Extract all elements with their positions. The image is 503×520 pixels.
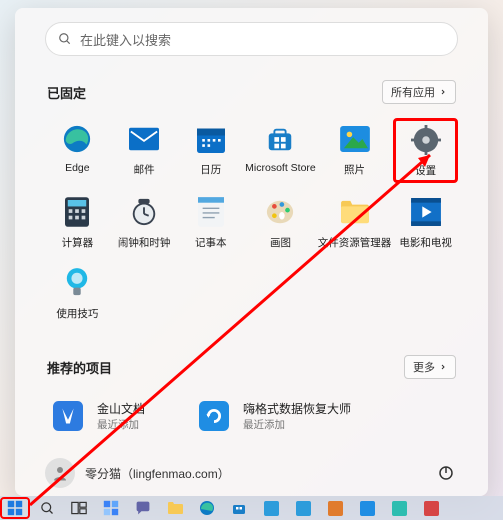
rec-sub: 最近添加 (243, 417, 351, 432)
all-apps-button[interactable]: 所有应用 (382, 80, 456, 104)
avatar (45, 458, 75, 488)
pinned-title: 已固定 (47, 83, 86, 102)
tile-label: 邮件 (134, 162, 155, 177)
tile-paint[interactable]: 画图 (245, 191, 316, 254)
tile-calculator[interactable]: 计算器 (45, 191, 110, 254)
tile-label: 画图 (270, 235, 291, 250)
recovery-icon (199, 401, 229, 431)
person-icon (51, 464, 69, 482)
tile-explorer[interactable]: 文件资源管理器 (318, 191, 392, 254)
search-icon (40, 501, 55, 516)
search-input[interactable]: 在此键入以搜索 (45, 22, 458, 56)
bulb-icon (64, 267, 90, 299)
tb-search[interactable] (32, 497, 62, 519)
tile-label: 电影和电视 (399, 235, 452, 250)
paint-icon (265, 197, 295, 227)
recommended-title: 推荐的项目 (47, 358, 112, 377)
power-icon (437, 464, 455, 482)
tb-widgets[interactable] (96, 497, 126, 519)
tb-app5[interactable] (384, 497, 414, 519)
more-button[interactable]: 更多 (404, 355, 456, 379)
tb-app1[interactable] (256, 497, 286, 519)
store-icon (231, 500, 247, 516)
folder-icon (167, 501, 184, 515)
tile-tips[interactable]: 使用技巧 (45, 262, 110, 325)
rec-sub: 最近添加 (97, 417, 145, 432)
user-name: 零分猫（lingfenmao.com） (85, 465, 230, 482)
search-icon (58, 32, 72, 46)
mail-icon (129, 127, 159, 151)
tile-notepad[interactable]: 记事本 (178, 191, 243, 254)
power-button[interactable] (434, 461, 458, 485)
chat-icon (135, 500, 151, 516)
user-account[interactable]: 零分猫（lingfenmao.com） (45, 458, 230, 488)
tile-settings[interactable]: 设置 (393, 118, 458, 183)
photos-icon (340, 126, 370, 152)
tb-app3[interactable] (320, 497, 350, 519)
tile-store[interactable]: Microsoft Store (245, 118, 316, 183)
tb-app4[interactable] (352, 497, 382, 519)
tb-start[interactable] (0, 497, 30, 519)
tile-photos[interactable]: 照片 (318, 118, 392, 183)
tile-label: Edge (65, 162, 90, 174)
rec-title: 金山文档 (97, 400, 145, 417)
search-placeholder: 在此键入以搜索 (80, 30, 171, 49)
tb-app2[interactable] (288, 497, 318, 519)
tb-explorer[interactable] (160, 497, 190, 519)
tile-calendar[interactable]: 日历 (178, 118, 243, 183)
tile-label: 设置 (415, 163, 436, 178)
movies-icon (411, 198, 441, 226)
tile-label: 日历 (200, 162, 221, 177)
tile-label: 计算器 (62, 235, 94, 250)
taskview-icon (71, 501, 87, 515)
widgets-icon (103, 500, 119, 516)
gear-icon (411, 125, 441, 155)
calculator-icon (65, 197, 89, 227)
tile-label: Microsoft Store (245, 162, 316, 174)
tile-label: 闹钟和时钟 (118, 235, 171, 250)
tile-edge[interactable]: Edge (45, 118, 110, 183)
edge-icon (199, 500, 215, 516)
tile-label: 照片 (344, 162, 365, 177)
edge-icon (62, 124, 92, 154)
chevron-right-icon (439, 363, 447, 371)
wps-icon (53, 401, 83, 431)
tile-label: 记事本 (195, 235, 227, 250)
tile-label: 文件资源管理器 (318, 235, 392, 250)
rec-title: 嗨格式数据恢复大师 (243, 400, 351, 417)
taskbar (0, 496, 503, 520)
tile-mail[interactable]: 邮件 (112, 118, 177, 183)
windows-icon (7, 500, 23, 516)
rec-item-recovery[interactable]: 嗨格式数据恢复大师 最近添加 (191, 393, 357, 439)
tb-taskview[interactable] (64, 497, 94, 519)
notepad-icon (198, 197, 224, 227)
chevron-right-icon (439, 88, 447, 96)
tb-store[interactable] (224, 497, 254, 519)
tile-movies[interactable]: 电影和电视 (393, 191, 458, 254)
folder-icon (339, 199, 371, 225)
clock-icon (129, 197, 159, 227)
tb-app6[interactable] (416, 497, 446, 519)
rec-item-wps[interactable]: 金山文档 最近添加 (45, 393, 151, 439)
tile-clock[interactable]: 闹钟和时钟 (112, 191, 177, 254)
tile-label: 使用技巧 (56, 306, 98, 321)
tb-edge[interactable] (192, 497, 222, 519)
start-menu: 在此键入以搜索 已固定 所有应用 Edge 邮件 日历 (15, 8, 488, 496)
calendar-icon (197, 125, 225, 153)
store-icon (265, 124, 295, 154)
tb-chat[interactable] (128, 497, 158, 519)
